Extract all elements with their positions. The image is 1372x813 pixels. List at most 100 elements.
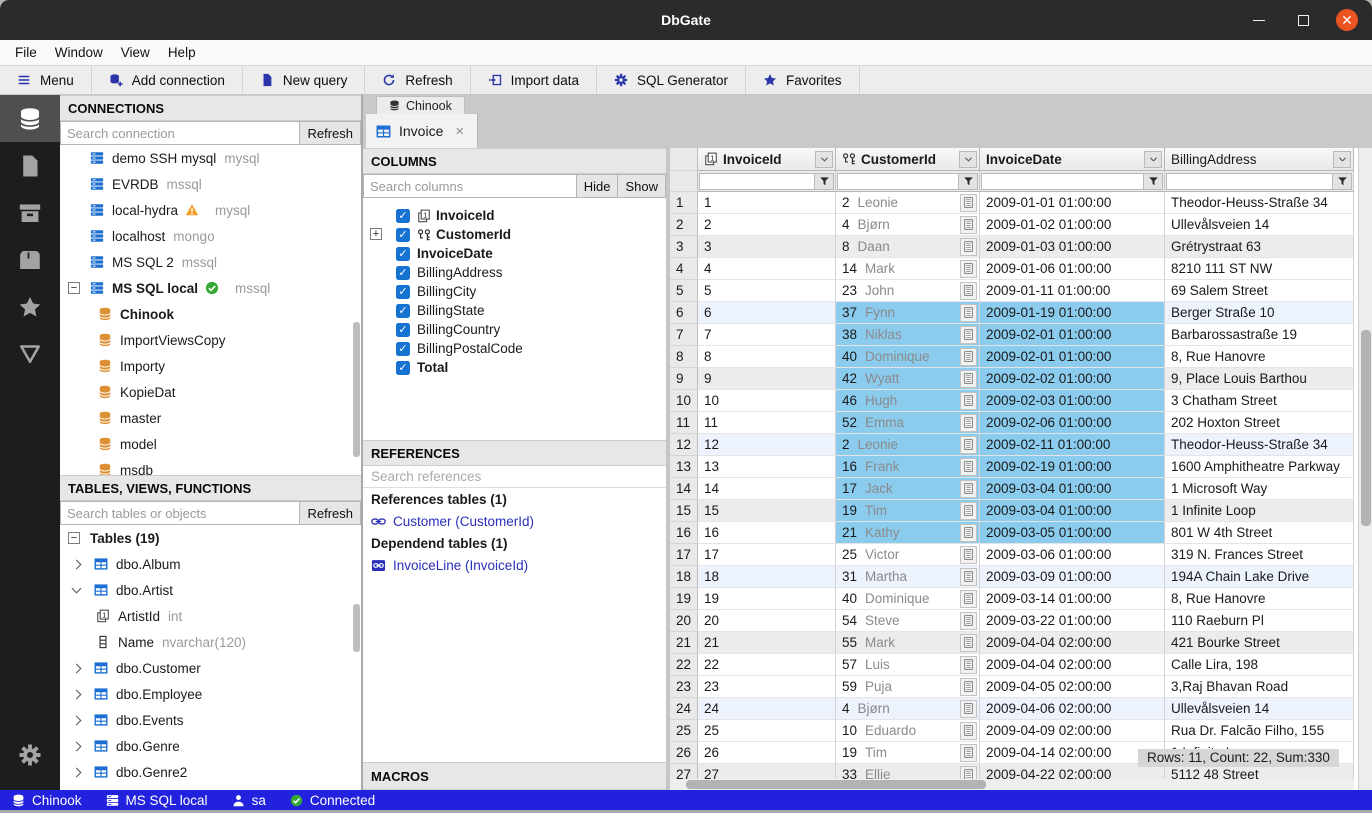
row-number-cell[interactable]: 17 bbox=[670, 544, 698, 566]
connection-item-local-hydra[interactable]: local-hydramysql bbox=[60, 197, 361, 223]
maximize-button[interactable] bbox=[1292, 9, 1314, 31]
menu-window[interactable]: Window bbox=[46, 45, 112, 60]
chevron-down-icon[interactable] bbox=[72, 584, 82, 594]
row-number-cell[interactable]: 4 bbox=[670, 258, 698, 280]
minimize-button[interactable] bbox=[1248, 9, 1270, 31]
database-item-importy[interactable]: Importy bbox=[60, 353, 361, 379]
table-tree-item-dbo-customer[interactable]: dbo.Customer bbox=[60, 655, 361, 681]
cell-invoiceid[interactable]: 22 bbox=[698, 654, 836, 676]
rail-file-button[interactable] bbox=[0, 142, 60, 189]
open-record-button[interactable] bbox=[960, 634, 977, 652]
database-item-kopiedat[interactable]: KopieDat bbox=[60, 379, 361, 405]
cell-billingaddress[interactable]: 421 Bourke Street bbox=[1165, 632, 1354, 654]
cell-billingaddress[interactable]: 194A Chain Lake Drive bbox=[1165, 566, 1354, 588]
filter-input-customerid[interactable] bbox=[837, 173, 959, 190]
cell-invoiceid[interactable]: 4 bbox=[698, 258, 836, 280]
cell-invoicedate[interactable]: 2009-04-06 02:00:00 bbox=[980, 698, 1165, 720]
cell-invoiceid[interactable]: 23 bbox=[698, 676, 836, 698]
open-record-button[interactable] bbox=[960, 216, 977, 234]
column-menu-button[interactable] bbox=[1144, 151, 1162, 168]
open-record-button[interactable] bbox=[960, 546, 977, 564]
cell-billingaddress[interactable]: 202 Hoxton Street bbox=[1165, 412, 1354, 434]
cell-invoicedate[interactable]: 2009-02-06 01:00:00 bbox=[980, 412, 1165, 434]
cell-customerid[interactable]: 46Hugh bbox=[836, 390, 980, 412]
cell-billingaddress[interactable]: 3 Chatham Street bbox=[1165, 390, 1354, 412]
open-record-button[interactable] bbox=[960, 590, 977, 608]
cell-invoicedate[interactable]: 2009-02-03 01:00:00 bbox=[980, 390, 1165, 412]
filter-input-invoiceid[interactable] bbox=[699, 173, 815, 190]
cell-customerid[interactable]: 4Bjørn bbox=[836, 214, 980, 236]
column-checkbox-item-invoicedate[interactable]: ✓InvoiceDate bbox=[363, 244, 666, 263]
vscroll-thumb[interactable] bbox=[1361, 330, 1371, 526]
chevron-right-icon[interactable] bbox=[72, 716, 82, 726]
cell-invoiceid[interactable]: 3 bbox=[698, 236, 836, 258]
row-number-cell[interactable]: 2 bbox=[670, 214, 698, 236]
connection-item-ms-sql-local[interactable]: −MS SQL localmssql bbox=[60, 275, 361, 301]
toolbar-sql-generator[interactable]: SQL Generator bbox=[597, 66, 746, 94]
row-number-cell[interactable]: 7 bbox=[670, 324, 698, 346]
toolbar-menu[interactable]: Menu bbox=[0, 66, 92, 94]
cell-customerid[interactable]: 21Kathy bbox=[836, 522, 980, 544]
cell-billingaddress[interactable]: Theodor-Heuss-Straße 34 bbox=[1165, 192, 1354, 214]
rail-gear-button[interactable] bbox=[0, 731, 60, 778]
database-item-master[interactable]: master bbox=[60, 405, 361, 431]
row-number-cell[interactable]: 9 bbox=[670, 368, 698, 390]
cell-invoicedate[interactable]: 2009-02-02 01:00:00 bbox=[980, 368, 1165, 390]
cell-invoiceid[interactable]: 6 bbox=[698, 302, 836, 324]
cell-invoiceid[interactable]: 12 bbox=[698, 434, 836, 456]
grid-column-header-customerid[interactable]: CustomerId bbox=[836, 148, 980, 171]
cell-billingaddress[interactable]: 1600 Amphitheatre Parkway bbox=[1165, 456, 1354, 478]
cell-billingaddress[interactable]: 1 Infinite Loop bbox=[1165, 500, 1354, 522]
cell-customerid[interactable]: 23John bbox=[836, 280, 980, 302]
cell-invoicedate[interactable]: 2009-01-03 01:00:00 bbox=[980, 236, 1165, 258]
tab-group-chinook[interactable]: Chinook bbox=[376, 96, 465, 114]
table-tree-item-dbo-genre2[interactable]: dbo.Genre2 bbox=[60, 759, 361, 785]
table-tree-item-dbo-events[interactable]: dbo.Events bbox=[60, 707, 361, 733]
open-record-button[interactable] bbox=[960, 722, 977, 740]
connection-item-evrdb[interactable]: EVRDBmssql bbox=[60, 171, 361, 197]
cell-customerid[interactable]: 55Mark bbox=[836, 632, 980, 654]
cell-billingaddress[interactable]: 8, Rue Hanovre bbox=[1165, 346, 1354, 368]
cell-invoicedate[interactable]: 2009-02-19 01:00:00 bbox=[980, 456, 1165, 478]
column-checkbox-item-customerid[interactable]: +✓CustomerId bbox=[363, 225, 666, 244]
connections-scrollbar[interactable] bbox=[353, 322, 360, 457]
cell-billingaddress[interactable]: 3,Raj Bhavan Road bbox=[1165, 676, 1354, 698]
checkbox-checked[interactable]: ✓ bbox=[396, 228, 410, 242]
cell-customerid[interactable]: 40Dominique bbox=[836, 346, 980, 368]
column-menu-button[interactable] bbox=[1333, 151, 1351, 168]
chevron-right-icon[interactable] bbox=[72, 690, 82, 700]
columns-show-button[interactable]: Show bbox=[617, 174, 666, 198]
open-record-button[interactable] bbox=[960, 348, 977, 366]
open-record-button[interactable] bbox=[960, 524, 977, 542]
hscroll-thumb[interactable] bbox=[686, 780, 986, 789]
row-number-cell[interactable]: 18 bbox=[670, 566, 698, 588]
cell-customerid[interactable]: 14Mark bbox=[836, 258, 980, 280]
toolbar-new-query[interactable]: New query bbox=[243, 66, 366, 94]
open-record-button[interactable] bbox=[960, 612, 977, 630]
cell-billingaddress[interactable]: 8210 111 ST NW bbox=[1165, 258, 1354, 280]
column-checkbox-item-billingaddress[interactable]: ✓BillingAddress bbox=[363, 263, 666, 282]
reference-link-invoiceline-invoiceid[interactable]: InvoiceLine (InvoiceId) bbox=[363, 554, 666, 576]
filter-button-customerid[interactable] bbox=[959, 173, 978, 190]
cell-customerid[interactable]: 19Tim bbox=[836, 742, 980, 764]
checkbox-checked[interactable]: ✓ bbox=[396, 323, 410, 337]
columns-search-input[interactable] bbox=[363, 174, 577, 198]
row-number-cell[interactable]: 1 bbox=[670, 192, 698, 214]
grid-column-header-invoicedate[interactable]: InvoiceDate bbox=[980, 148, 1165, 171]
column-checkbox-item-billingpostalcode[interactable]: ✓BillingPostalCode bbox=[363, 339, 666, 358]
menu-help[interactable]: Help bbox=[159, 45, 205, 60]
checkbox-checked[interactable]: ✓ bbox=[396, 266, 410, 280]
cell-invoiceid[interactable]: 16 bbox=[698, 522, 836, 544]
connection-item-demo-ssh-mysql[interactable]: demo SSH mysqlmysql bbox=[60, 145, 361, 171]
cell-invoicedate[interactable]: 2009-04-05 02:00:00 bbox=[980, 676, 1165, 698]
cell-invoiceid[interactable]: 1 bbox=[698, 192, 836, 214]
open-record-button[interactable] bbox=[960, 436, 977, 454]
cell-invoicedate[interactable]: 2009-03-06 01:00:00 bbox=[980, 544, 1165, 566]
tables-search-input[interactable] bbox=[60, 501, 300, 525]
cell-customerid[interactable]: 16Frank bbox=[836, 456, 980, 478]
column-checkbox-item-billingstate[interactable]: ✓BillingState bbox=[363, 301, 666, 320]
cell-customerid[interactable]: 31Martha bbox=[836, 566, 980, 588]
filter-button-invoiceid[interactable] bbox=[815, 173, 834, 190]
reference-link-customer-customerid[interactable]: Customer (CustomerId) bbox=[363, 510, 666, 532]
cell-invoicedate[interactable]: 2009-01-01 01:00:00 bbox=[980, 192, 1165, 214]
